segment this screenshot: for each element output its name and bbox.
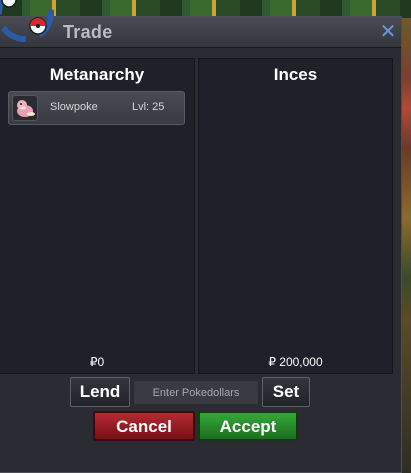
pokeball-logo-icon [0,0,54,42]
set-button[interactable]: Set [262,377,310,407]
window-title: Trade [63,22,113,42]
slowpoke-icon [12,95,38,121]
item-level: Lvl: 25 [132,101,165,113]
trade-item-slowpoke[interactable]: Slowpoke Lvl: 25 [8,91,185,125]
my-money-offer: ₽0 [89,355,105,369]
pokedollars-input[interactable] [133,380,259,405]
world-tiles-right [402,18,411,473]
title-bar[interactable]: Trade ✕ [0,17,401,48]
trade-window: Trade ✕ Metanarchy Slowpoke Lvl: 25 ₽0 I… [0,16,402,473]
partner-player-name: Inces [273,65,318,84]
accept-button[interactable]: Accept [198,411,298,441]
lend-button[interactable]: Lend [70,377,130,407]
my-player-name: Metanarchy [49,65,145,84]
my-offer-panel: Metanarchy Slowpoke Lvl: 25 ₽0 [0,58,195,374]
close-icon[interactable]: ✕ [379,22,397,42]
partner-offer-panel: Inces ₽ 200,000 [198,58,393,374]
item-name: Slowpoke [50,101,98,113]
partner-money-offer: ₽ 200,000 [268,355,323,369]
cancel-button[interactable]: Cancel [93,411,195,441]
